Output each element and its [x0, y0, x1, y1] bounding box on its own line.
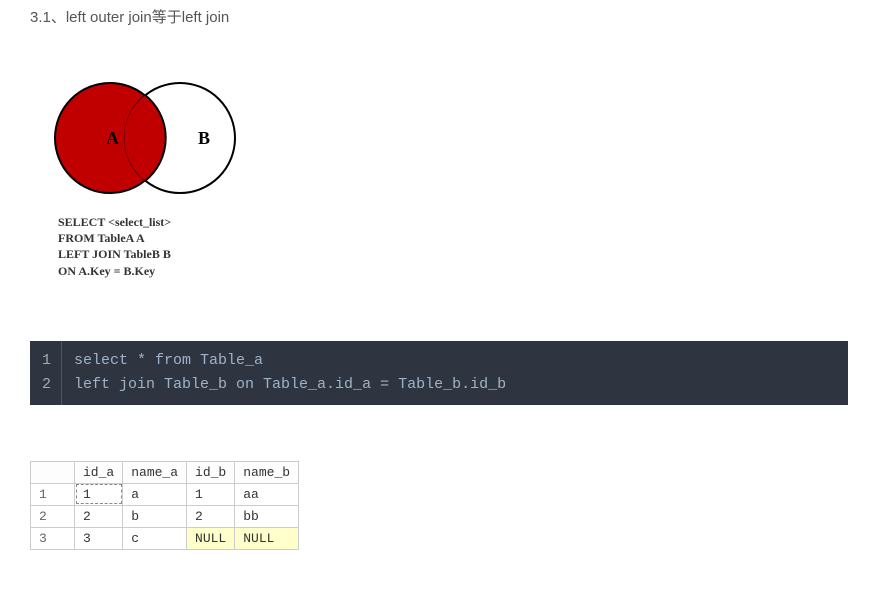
code-gutter: 1 2 — [30, 341, 62, 405]
cell-null: NULL — [187, 527, 235, 549]
venn-sql-caption: SELECT <select_list> FROM TableA A LEFT … — [58, 214, 873, 279]
col-name-b: name_b — [235, 461, 299, 483]
row-number: 3 — [31, 527, 75, 549]
table-row: 1 1 a 1 aa — [31, 483, 299, 505]
venn-label-b: B — [198, 128, 210, 148]
cell: 2 — [75, 505, 123, 527]
cell-null: NULL — [235, 527, 299, 549]
row-number: 2 — [31, 505, 75, 527]
col-id-a: id_a — [75, 461, 123, 483]
table-row: 3 3 c NULL NULL — [31, 527, 299, 549]
row-number: 1 — [31, 483, 75, 505]
code-lines: select * from Table_a left join Table_b … — [62, 341, 518, 405]
sql-code-block: 1 2 select * from Table_a left join Tabl… — [30, 341, 848, 405]
code-line: select * from Table_a — [74, 349, 506, 373]
col-name-a: name_a — [123, 461, 187, 483]
result-table: id_a name_a id_b name_b 1 1 a 1 aa 2 2 b… — [30, 461, 299, 550]
cell: a — [123, 483, 187, 505]
cell: 3 — [75, 527, 123, 549]
venn-label-a: A — [106, 128, 119, 148]
cell: 1 — [75, 483, 123, 505]
cell: aa — [235, 483, 299, 505]
cell: b — [123, 505, 187, 527]
cell: 2 — [187, 505, 235, 527]
line-number: 1 — [42, 349, 51, 373]
col-blank — [31, 461, 75, 483]
cell: c — [123, 527, 187, 549]
line-number: 2 — [42, 373, 51, 397]
cell: 1 — [187, 483, 235, 505]
section-heading: 3.1、left outer join等于left join — [0, 0, 873, 31]
venn-diagram-block: A B SELECT <select_list> FROM TableA A L… — [40, 73, 873, 279]
col-id-b: id_b — [187, 461, 235, 483]
venn-diagram: A B — [40, 73, 240, 203]
cell: bb — [235, 505, 299, 527]
code-line: left join Table_b on Table_a.id_a = Tabl… — [74, 373, 506, 397]
table-row: 2 2 b 2 bb — [31, 505, 299, 527]
table-header-row: id_a name_a id_b name_b — [31, 461, 299, 483]
